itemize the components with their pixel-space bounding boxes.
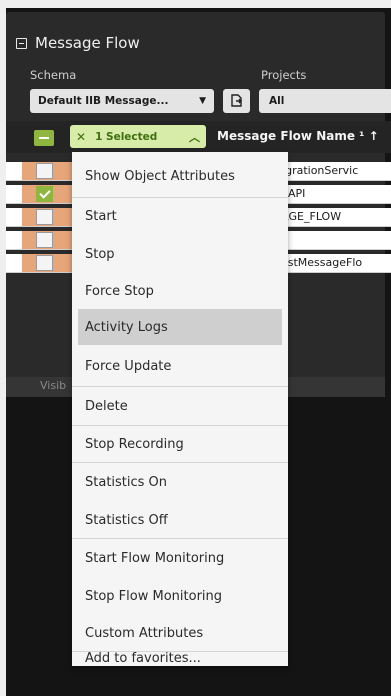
- menu-item-show-object-attributes[interactable]: Show Object Attributes: [78, 158, 282, 194]
- row-checkbox[interactable]: [36, 209, 53, 225]
- menu-item-start[interactable]: Start: [78, 198, 282, 234]
- menu-item-stop-recording[interactable]: Stop Recording: [78, 426, 282, 462]
- export-button[interactable]: [223, 89, 250, 113]
- clear-selection-icon[interactable]: ✕: [76, 130, 86, 144]
- menu-item-custom-attributes[interactable]: Custom Attributes: [78, 615, 282, 651]
- export-icon: [230, 94, 242, 107]
- menu-divider: [72, 538, 288, 539]
- menu-item-activity-logs[interactable]: Activity Logs: [78, 309, 282, 345]
- select-all-checkbox[interactable]: [34, 130, 54, 146]
- row-checkbox[interactable]: [36, 163, 53, 179]
- menu-divider: [72, 462, 288, 463]
- column-header-message-flow-name[interactable]: Message Flow Name ¹ ↑: [217, 129, 379, 143]
- schema-dropdown[interactable]: Default IIB Message... ▼: [30, 89, 214, 113]
- chevron-down-icon: ▼: [199, 96, 206, 106]
- menu-item-force-stop[interactable]: Force Stop: [78, 273, 282, 309]
- row-checkbox[interactable]: [36, 186, 53, 202]
- menu-item-add-to-favorites[interactable]: Add to favorites...: [78, 648, 282, 668]
- projects-label: Projects: [261, 68, 307, 82]
- menu-item-statistics-off[interactable]: Statistics Off: [78, 502, 282, 538]
- menu-item-statistics-on[interactable]: Statistics On: [78, 464, 282, 500]
- projects-dropdown-value: All: [269, 95, 285, 107]
- projects-dropdown[interactable]: All: [259, 89, 391, 113]
- menu-item-start-flow-monitoring[interactable]: Start Flow Monitoring: [78, 540, 282, 576]
- schema-dropdown-value: Default IIB Message...: [38, 95, 169, 107]
- menu-item-force-update[interactable]: Force Update: [78, 348, 282, 384]
- row-checkbox[interactable]: [36, 255, 53, 271]
- context-menu: Show Object Attributes Start Stop Force …: [72, 152, 288, 666]
- selection-pill[interactable]: ✕ 1 Selected ︿: [70, 125, 206, 148]
- menu-item-stop-flow-monitoring[interactable]: Stop Flow Monitoring: [78, 578, 282, 614]
- panel-title[interactable]: Message Flow: [16, 34, 140, 52]
- menu-item-delete[interactable]: Delete: [78, 388, 282, 424]
- row-checkbox[interactable]: [36, 232, 53, 248]
- selection-count: 1 Selected: [95, 130, 158, 143]
- menu-item-stop[interactable]: Stop: [78, 236, 282, 272]
- schema-label: Schema: [30, 68, 77, 82]
- menu-divider: [72, 386, 288, 387]
- collapse-icon[interactable]: [16, 37, 27, 49]
- panel-title-text: Message Flow: [35, 34, 140, 52]
- chevron-up-icon[interactable]: ︿: [189, 129, 200, 145]
